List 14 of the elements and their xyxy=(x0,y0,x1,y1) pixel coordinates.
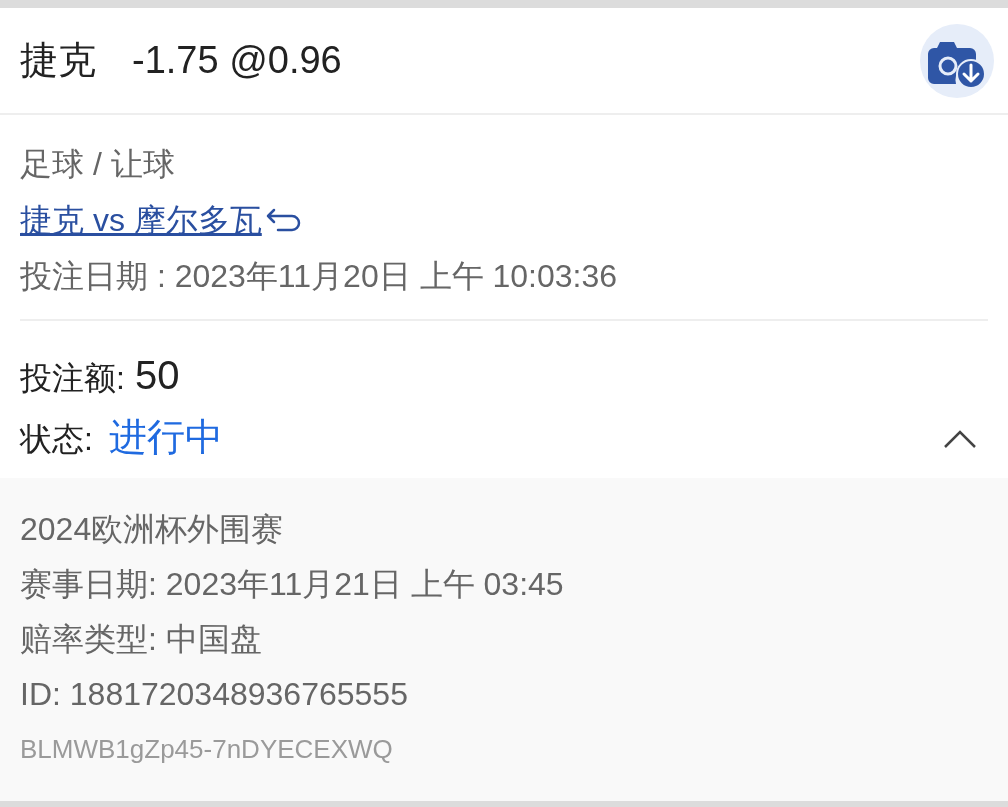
reference-code: BLMWB1gZp45-7nDYECEXWQ xyxy=(20,733,393,766)
bet-date: 投注日期 : 2023年11月20日 上午 10:03:36 xyxy=(20,257,617,296)
detail-line: 赛事日期: 2023年11月21日 上午 03:45 xyxy=(20,565,564,604)
odds-text: -1.75 @0.96 xyxy=(132,38,342,83)
detail-line: ID: 1881720348936765555 xyxy=(20,675,408,714)
status-label: 状态: xyxy=(20,420,93,459)
stake-amount: 50 xyxy=(134,352,180,399)
detail-line: 赔率类型: 中国盘 xyxy=(20,620,262,659)
team-name: 捷克 xyxy=(20,38,96,83)
sport-category: 足球 / 让球 xyxy=(20,145,175,184)
stake-label: 投注额: xyxy=(20,359,125,398)
detail-line: 2024欧洲杯外围赛 xyxy=(20,510,284,549)
match-link[interactable]: 捷克 vs 摩尔多瓦 xyxy=(20,197,262,243)
status-value: 进行中 xyxy=(108,415,223,460)
